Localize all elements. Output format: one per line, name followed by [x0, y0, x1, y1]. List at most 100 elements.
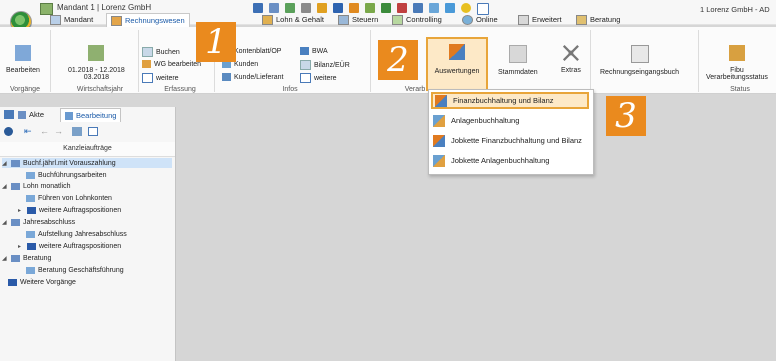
- tab-steuern[interactable]: Steuern: [338, 13, 378, 26]
- tab-rechnungswesen[interactable]: Rechnungswesen: [106, 13, 190, 27]
- tree-item[interactable]: ▸ weitere Auftragspositionen: [18, 205, 121, 215]
- quick-access-icon[interactable]: [413, 3, 423, 13]
- quick-access-icon[interactable]: [317, 3, 327, 13]
- forward-icon[interactable]: →: [54, 126, 63, 136]
- tree-label: Buchführungsarbeiten: [38, 171, 107, 179]
- collapse-icon[interactable]: ◢: [2, 255, 8, 262]
- quick-access-icon[interactable]: [269, 3, 279, 13]
- home-icon[interactable]: [4, 110, 14, 119]
- tab-online[interactable]: Online: [462, 13, 498, 26]
- quick-access-icon[interactable]: [349, 3, 359, 13]
- group-label-vorgaenge: Vorgänge: [10, 86, 40, 93]
- group-label-wirtschaftsjahr: Wirtschaftsjahr: [76, 86, 124, 93]
- menu-item-anlagenbuchhaltung[interactable]: Anlagenbuchhaltung: [431, 112, 591, 129]
- tree-item[interactable]: ◢ Jahresabschluss: [2, 217, 75, 227]
- rechnungseingangsbuch-button[interactable]: Rechnungseingangsbuch: [600, 45, 679, 76]
- tab-erweitert[interactable]: Erweitert: [518, 13, 562, 26]
- tree-item[interactable]: Weitere Vorgänge: [8, 277, 76, 287]
- tab-lohn-gehalt[interactable]: Lohn & Gehalt: [262, 13, 324, 26]
- auswertungen-dropdown: Finanzbuchhaltung und Bilanz Anlagenbuch…: [428, 89, 594, 175]
- stammdaten-icon: [508, 45, 527, 63]
- quick-access-icon[interactable]: [397, 3, 407, 13]
- tree-label: Beratung: [23, 254, 52, 262]
- collapse-icon[interactable]: ◢: [2, 219, 8, 226]
- erfassung-weitere-button[interactable]: weitere: [142, 73, 179, 83]
- stammdaten-button[interactable]: Stammdaten: [498, 45, 538, 76]
- quick-access-icon[interactable]: [285, 3, 295, 13]
- export-icon[interactable]: [88, 127, 98, 136]
- fibu-label: Fibu: [730, 67, 744, 74]
- tree-item[interactable]: ◢ Beratung: [2, 253, 51, 263]
- tab-mandant[interactable]: Mandant: [50, 13, 93, 26]
- rechnungseingangsbuch-label: Rechnungseingangsbuch: [600, 69, 680, 76]
- expand-icon[interactable]: ▸: [18, 207, 24, 214]
- tab-akte-label: Akte: [29, 110, 45, 119]
- tree-item[interactable]: ▸ weitere Auftragspositionen: [18, 241, 121, 251]
- quick-access-icon[interactable]: [429, 3, 439, 13]
- wirtschaftsjahr-button[interactable]: 01.2018 - 12.2018 03.2018: [68, 45, 125, 81]
- tree-item[interactable]: Beratung Geschäftsführung: [26, 265, 124, 275]
- wg-bearbeiten-button[interactable]: WG bearbeiten: [142, 60, 201, 68]
- tree-item[interactable]: ◢ Buchf.jährl.mit Vorauszahlung: [2, 158, 172, 168]
- quick-access-icon[interactable]: [445, 3, 455, 13]
- folder-icon: [27, 242, 36, 250]
- tab-controlling[interactable]: Controlling: [392, 13, 442, 26]
- quick-access-icon[interactable]: [253, 3, 263, 13]
- help-icon[interactable]: [461, 3, 471, 13]
- menu-item-jobkette-anlagenbuchhaltung[interactable]: Jobkette Anlagenbuchhaltung: [431, 152, 591, 169]
- buchen-button[interactable]: Buchen: [142, 47, 180, 57]
- panel-toolbar: ⇤ ← →: [0, 124, 175, 140]
- weitere-label: weitere: [156, 74, 179, 82]
- expand-icon[interactable]: ▸: [18, 243, 24, 250]
- back-icon[interactable]: ←: [40, 126, 49, 136]
- tree-item[interactable]: Führen von Lohnkonten: [26, 193, 112, 203]
- callout-1: 1: [196, 22, 236, 62]
- fibu-verarbeitungsstatus-button[interactable]: Fibu Verarbeitungsstatus: [706, 45, 768, 81]
- panel-header: Kanzleiaufträge: [0, 142, 175, 157]
- wg-icon: [142, 60, 151, 68]
- tab-bearbeitung-label: Bearbeitung: [76, 111, 117, 120]
- extras-button[interactable]: Extras: [561, 45, 581, 74]
- auswertungen-label: Auswertungen: [434, 68, 480, 75]
- quick-access-icon[interactable]: [365, 3, 375, 13]
- auswertungen-button[interactable]: Auswertungen: [426, 37, 488, 91]
- quick-access-icon[interactable]: [333, 3, 343, 13]
- kunde-lieferant-button[interactable]: Kunde/Lieferant: [222, 73, 283, 81]
- menu-item-label: Anlagenbuchhaltung: [451, 116, 520, 125]
- group-separator: [138, 30, 139, 92]
- quick-access-icon[interactable]: [301, 3, 311, 13]
- kunde-lieferant-label: Kunde/Lieferant: [234, 73, 284, 81]
- tab-label: Controlling: [406, 15, 442, 24]
- task-icon: [26, 266, 35, 274]
- tab-bearbeitung[interactable]: Bearbeitung: [60, 108, 122, 122]
- wirtschaftsjahr-range: 01.2018 - 12.2018: [68, 67, 125, 74]
- menu-item-jobkette-finanzbuchhaltung[interactable]: Jobkette Finanzbuchhaltung und Bilanz: [431, 132, 591, 149]
- quick-access-icon[interactable]: [381, 3, 391, 13]
- tree-label: weitere Auftragspositionen: [39, 206, 122, 214]
- collapse-icon[interactable]: ◢: [2, 183, 8, 190]
- group-separator: [590, 30, 591, 92]
- folder-icon: [8, 278, 17, 286]
- bwa-button[interactable]: BWA: [300, 47, 328, 55]
- bearbeiten-icon: [14, 45, 31, 61]
- mandant-title: Mandant 1 | Lorenz GmbH: [57, 3, 152, 12]
- menu-item-finanzbuchhaltung-bilanz[interactable]: Finanzbuchhaltung und Bilanz: [431, 92, 589, 109]
- tree-item[interactable]: ◢ Lohn monatlich: [2, 181, 70, 191]
- akte-icon: [18, 110, 26, 119]
- rechnungseingangsbuch-icon: [630, 45, 649, 63]
- infos-weitere-button[interactable]: weitere: [300, 73, 337, 83]
- tree-item[interactable]: Aufstellung Jahresabschluss: [26, 229, 127, 239]
- tab-label: Mandant: [64, 15, 94, 24]
- wirtschaftsjahr-current: 03.2018: [83, 74, 110, 81]
- options-icon[interactable]: [4, 127, 13, 136]
- stammdaten-label: Stammdaten: [498, 69, 538, 76]
- first-icon[interactable]: ⇤: [24, 126, 32, 137]
- task-icon: [26, 171, 35, 179]
- collapse-icon[interactable]: ◢: [2, 160, 8, 167]
- tree-item[interactable]: Buchführungsarbeiten: [26, 170, 107, 180]
- tab-akte[interactable]: Akte: [18, 110, 44, 119]
- bearbeiten-button[interactable]: Bearbeiten: [6, 45, 40, 74]
- bilanz-button[interactable]: Bilanz/EÜR: [300, 60, 350, 70]
- tree-icon[interactable]: [72, 127, 82, 136]
- tab-beratung[interactable]: Beratung: [576, 13, 620, 26]
